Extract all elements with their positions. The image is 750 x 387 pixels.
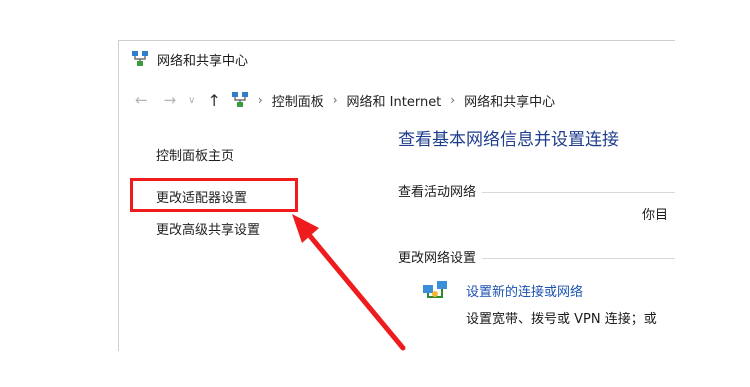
- annotation-arrow: [292, 214, 406, 351]
